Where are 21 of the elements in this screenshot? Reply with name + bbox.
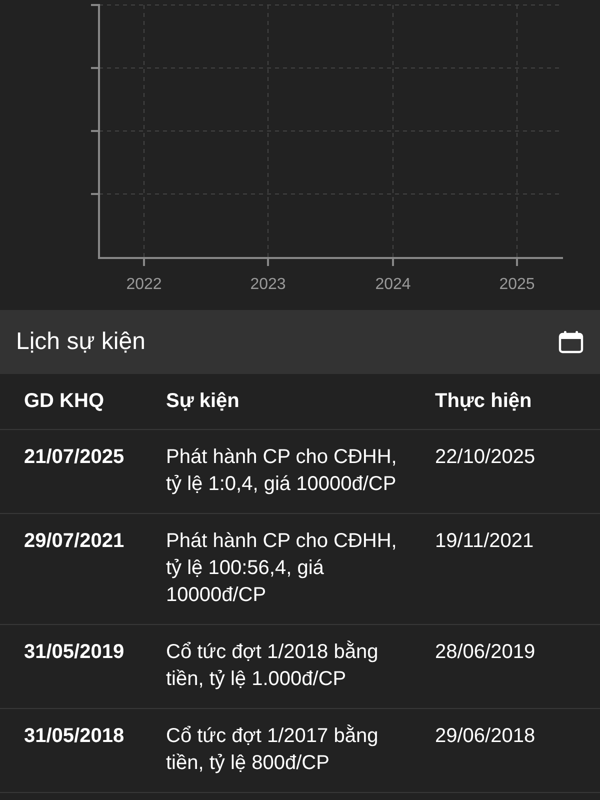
axis-label: 2023 bbox=[250, 276, 286, 294]
axis-label: 2024 bbox=[375, 276, 411, 294]
date-cell-text: 28/06/2019 bbox=[435, 640, 536, 665]
event-cell-text: Cổ tức đợt 1/2017 bằng tiền, tỷ lệ 800đ/CP bbox=[166, 724, 380, 776]
event-cell-text: Phát hành CP cho CĐHH, tỷ lệ 1:0,4, giá 10000đ/CP bbox=[166, 445, 398, 497]
date-cell-text: 22/10/2025 bbox=[435, 445, 536, 470]
event-cell-text: Cổ tức đợt 1/2018 bằng tiền, tỷ lệ 1.000đ/CP bbox=[166, 640, 380, 692]
date-cell-text: 19/11/2021 bbox=[435, 529, 534, 554]
date-cell-text: 29/07/2021 bbox=[24, 529, 124, 554]
section-title: Lịch sự kiện bbox=[16, 328, 146, 356]
axis-label: 2022 bbox=[126, 276, 162, 294]
date-cell-text: 29/06/2018 bbox=[435, 724, 536, 749]
column-header: GD KHQ bbox=[24, 390, 104, 413]
date-cell-text: 31/05/2018 bbox=[24, 724, 124, 749]
axis-label: 2025 bbox=[499, 276, 535, 294]
date-cell-text: 21/07/2025 bbox=[24, 445, 124, 470]
date-cell-text: 31/05/2019 bbox=[24, 640, 124, 665]
calendar-icon[interactable] bbox=[558, 330, 584, 354]
event-cell-text: Phát hành CP cho CĐHH, tỷ lệ 100:56,4, giá 10000đ/CP bbox=[166, 529, 398, 608]
column-header: Thực hiện bbox=[435, 390, 532, 413]
column-header: Sự kiện bbox=[166, 390, 240, 413]
